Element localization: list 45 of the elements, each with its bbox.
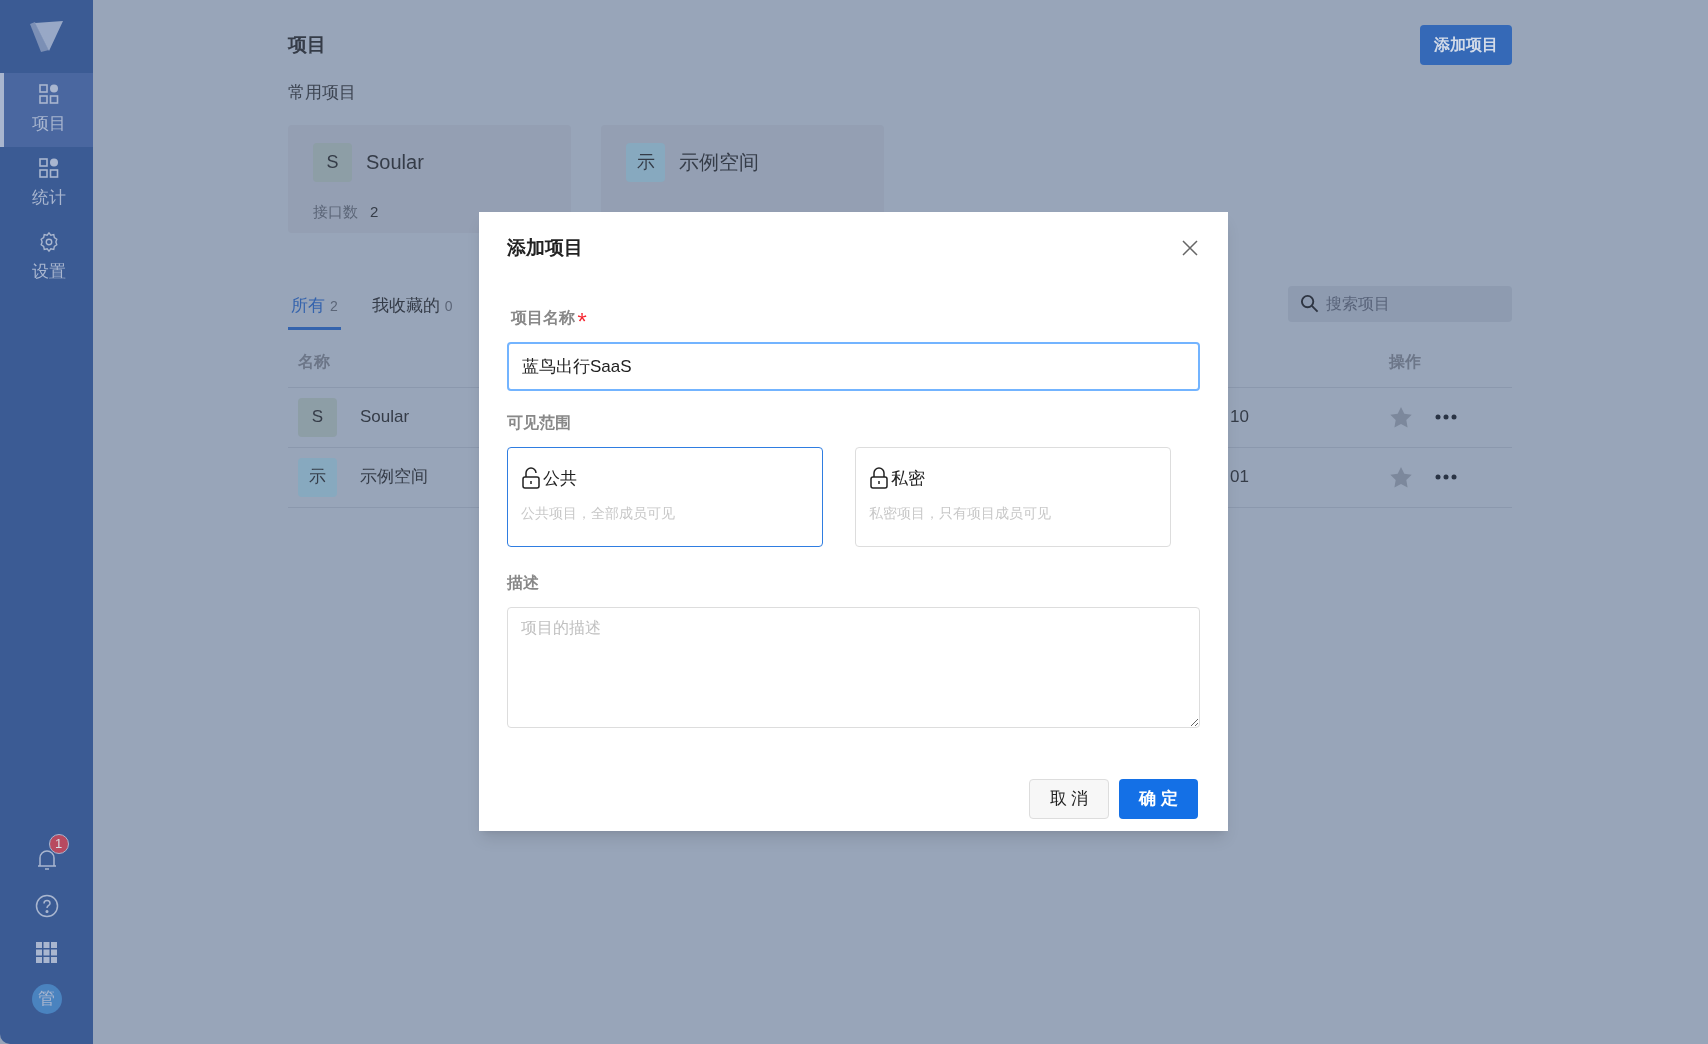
sidebar-item[interactable]: 设置 (0, 221, 93, 295)
star-icon[interactable] (1389, 465, 1413, 489)
stat-value: 2 (370, 201, 379, 222)
tab[interactable]: 我收藏的 0 (368, 293, 456, 330)
project-name[interactable]: Soular (360, 404, 480, 430)
project-name[interactable]: 示例空间 (360, 464, 480, 490)
help-icon[interactable] (34, 893, 59, 918)
table-cell-text: 10 (1230, 406, 1249, 429)
star-icon[interactable] (1389, 405, 1413, 429)
tab-count: 0 (444, 297, 453, 316)
option-title: 公共 (543, 467, 577, 490)
sidebar-item[interactable]: 项目 (0, 73, 93, 147)
page-title: 项目 (288, 32, 326, 57)
more-icon[interactable] (1435, 414, 1457, 420)
add-project-button[interactable]: 添加项目 (1420, 25, 1512, 65)
more-icon[interactable] (1435, 474, 1457, 480)
field-label: 描述 (507, 572, 540, 593)
project-name: 示例空间 (679, 150, 759, 175)
project-name: Soular (366, 150, 424, 175)
grid-icon (37, 157, 60, 180)
dialog-title: 添加项目 (507, 236, 583, 260)
lock-icon (869, 467, 889, 490)
field-label: 可见范围 (507, 412, 572, 433)
description-field[interactable]: 项目的描述 (507, 606, 1200, 728)
tab[interactable]: 所有 2 (288, 293, 341, 330)
apps-icon[interactable] (36, 942, 57, 963)
ok-button[interactable]: 确 定 (1119, 778, 1198, 819)
project-avatar: S (313, 142, 352, 182)
section-title: 常用项目 (288, 82, 357, 104)
table-cell-text: 01 (1230, 466, 1249, 489)
bell-icon[interactable] (35, 848, 58, 872)
sidebar-item[interactable]: 统计 (0, 147, 93, 221)
unlocked-icon (521, 467, 541, 490)
project-avatar: 示 (298, 457, 337, 497)
option-title: 私密 (891, 467, 925, 490)
project-avatar: S (298, 397, 337, 437)
field-label: 项目名称 (511, 307, 575, 328)
logo-icon (28, 19, 65, 54)
grid-icon (37, 83, 60, 106)
notification-badge: 1 (48, 834, 69, 854)
search-icon (1300, 293, 1319, 313)
project-avatar: 示 (626, 142, 665, 182)
project-name-field[interactable]: 蓝鸟出行SaaS (507, 341, 1200, 391)
tab-count: 2 (330, 297, 338, 316)
cancel-button[interactable]: 取 消 (1029, 778, 1109, 819)
